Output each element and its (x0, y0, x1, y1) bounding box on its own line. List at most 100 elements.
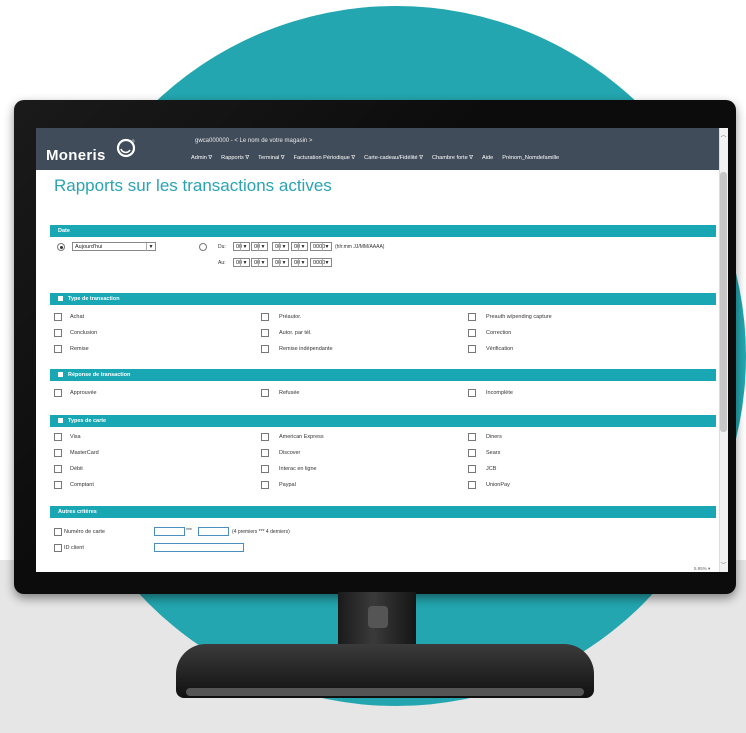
checkbox-visa[interactable] (54, 433, 62, 441)
label-preauth-pending: Preauth w/pending capture (486, 314, 552, 320)
checkbox-discover[interactable] (261, 449, 269, 457)
page-title: Rapports sur les transactions actives (54, 176, 332, 195)
checkbox-remise-independante[interactable] (261, 345, 269, 353)
nav-user[interactable]: Prénom_Nomdefamille (502, 155, 559, 161)
zoom-level: 5.95% ▾ (694, 566, 711, 571)
au-minute-select[interactable]: 00 ▼ (251, 258, 268, 267)
section-reponse-header: Réponse de transaction (50, 369, 716, 381)
label-amex: American Express (279, 434, 324, 440)
moneris-logo-icon (116, 138, 136, 158)
label-conclusion: Conclusion (70, 330, 98, 336)
checkbox-remise[interactable] (54, 345, 62, 353)
du-label: Du: (218, 244, 226, 250)
label-comptant: Comptant (70, 482, 94, 488)
label-approuvee: Approuvée (70, 390, 97, 396)
checkbox-id-client[interactable] (54, 544, 62, 552)
monitor-base-edge (186, 688, 584, 696)
checkbox-refusee[interactable] (261, 389, 269, 397)
main-nav: Admin ∇ Rapports ∇ Terminal ∇ Facturatio… (191, 155, 559, 161)
section-date-header: Date (50, 225, 716, 237)
label-diners: Diners (486, 434, 502, 440)
au-month-select[interactable]: 00 ▼ (291, 258, 308, 267)
radio-preset[interactable] (57, 243, 65, 251)
checkbox-preauth-pending[interactable] (468, 313, 476, 321)
checkbox-verification[interactable] (468, 345, 476, 353)
checkbox-mastercard[interactable] (54, 449, 62, 457)
du-month-select[interactable]: 00 ▼ (291, 242, 308, 251)
section-types-carte-header: Types de carte (50, 415, 716, 427)
label-id-client: ID client (64, 545, 84, 551)
label-visa: Visa (70, 434, 81, 440)
checkbox-numero-carte[interactable] (54, 528, 62, 536)
label-sears: Sears (486, 450, 501, 456)
label-debit: Débit (70, 466, 83, 472)
label-autor-tel: Autor. par tél. (279, 330, 312, 336)
checkbox-comptant[interactable] (54, 481, 62, 489)
store-name: gwca000000 - < Le nom de votre magasin > (195, 138, 313, 144)
checkbox-achat[interactable] (54, 313, 62, 321)
nav-chambre-forte[interactable]: Chambre forte ∇ (432, 155, 473, 161)
chevron-down-icon: ▼ (146, 243, 155, 251)
du-year-select[interactable]: 0000 ▼ (310, 242, 332, 251)
select-all-type-checkbox[interactable] (58, 296, 63, 301)
au-hour-select[interactable]: 00 ▼ (233, 258, 250, 267)
nav-facturation[interactable]: Facturation Périodique ∇ (294, 155, 356, 161)
select-all-carte-checkbox[interactable] (58, 418, 63, 423)
radio-range[interactable] (199, 243, 207, 251)
du-hour-select[interactable]: 00 ▼ (233, 242, 250, 251)
label-unionpay: UnionPay (486, 482, 510, 488)
nav-terminal[interactable]: Terminal ∇ (258, 155, 284, 161)
checkbox-amex[interactable] (261, 433, 269, 441)
label-remise: Remise (70, 346, 89, 352)
chevron-down-icon[interactable]: ﹀ (720, 560, 727, 569)
label-verification: Vérification (486, 346, 514, 352)
checkbox-diners[interactable] (468, 433, 476, 441)
checkbox-sears[interactable] (468, 449, 476, 457)
card-first4-input[interactable] (154, 527, 185, 536)
checkbox-paypal[interactable] (261, 481, 269, 489)
checkbox-incomplete[interactable] (468, 389, 476, 397)
nav-rapports[interactable]: Rapports ∇ (221, 155, 249, 161)
card-last4-input[interactable] (198, 527, 229, 536)
label-mastercard: MasterCard (70, 450, 99, 456)
label-achat: Achat (70, 314, 85, 320)
app-header: Moneris gwca000000 - < Le nom de votre m… (36, 128, 728, 170)
monitor-screen: Moneris gwca000000 - < Le nom de votre m… (36, 128, 728, 572)
label-paypal: Paypal (279, 482, 296, 488)
checkbox-correction[interactable] (468, 329, 476, 337)
label-incomplete: Incomplète (486, 390, 513, 396)
checkbox-conclusion[interactable] (54, 329, 62, 337)
nav-admin[interactable]: Admin ∇ (191, 155, 212, 161)
du-minute-select[interactable]: 00 ▼ (251, 242, 268, 251)
section-autres-criteres-header: Autres critères (50, 506, 716, 518)
moneris-logo[interactable]: Moneris (46, 147, 106, 164)
label-discover: Discover (279, 450, 301, 456)
checkbox-interac[interactable] (261, 465, 269, 473)
select-all-reponse-checkbox[interactable] (58, 372, 63, 377)
checkbox-autor-tel[interactable] (261, 329, 269, 337)
checkbox-approuvee[interactable] (54, 389, 62, 397)
label-remise-independante: Remise indépendante (279, 346, 333, 352)
section-type-transaction-header: Type de transaction (50, 293, 716, 305)
client-id-input[interactable] (154, 543, 244, 552)
card-mask-text: *** (186, 528, 192, 534)
checkbox-jcb[interactable] (468, 465, 476, 473)
au-year-select[interactable]: 0000 ▼ (310, 258, 332, 267)
card-hint-text: (4 premiers *** 4 derniers) (232, 529, 290, 535)
nav-carte-cadeau[interactable]: Carte-cadeau/Fidélité ∇ (364, 155, 423, 161)
label-refusee: Refusée (279, 390, 300, 396)
chevron-up-icon[interactable]: ︿ (720, 130, 727, 139)
scrollbar-thumb[interactable] (720, 172, 727, 432)
checkbox-unionpay[interactable] (468, 481, 476, 489)
label-preautor: Préautor. (279, 314, 302, 320)
monitor-neck-slot (368, 606, 388, 628)
preset-select[interactable]: Aujourd'hui ▼ (72, 242, 156, 251)
label-interac: Interac en ligne (279, 466, 317, 472)
au-label: Au: (218, 260, 226, 266)
au-day-select[interactable]: 00 ▼ (272, 258, 289, 267)
nav-aide[interactable]: Aide (482, 155, 493, 161)
du-day-select[interactable]: 00 ▼ (272, 242, 289, 251)
checkbox-preautor[interactable] (261, 313, 269, 321)
checkbox-debit[interactable] (54, 465, 62, 473)
date-format-hint: (hh:mm JJ/MM/AAAA) (335, 244, 385, 250)
